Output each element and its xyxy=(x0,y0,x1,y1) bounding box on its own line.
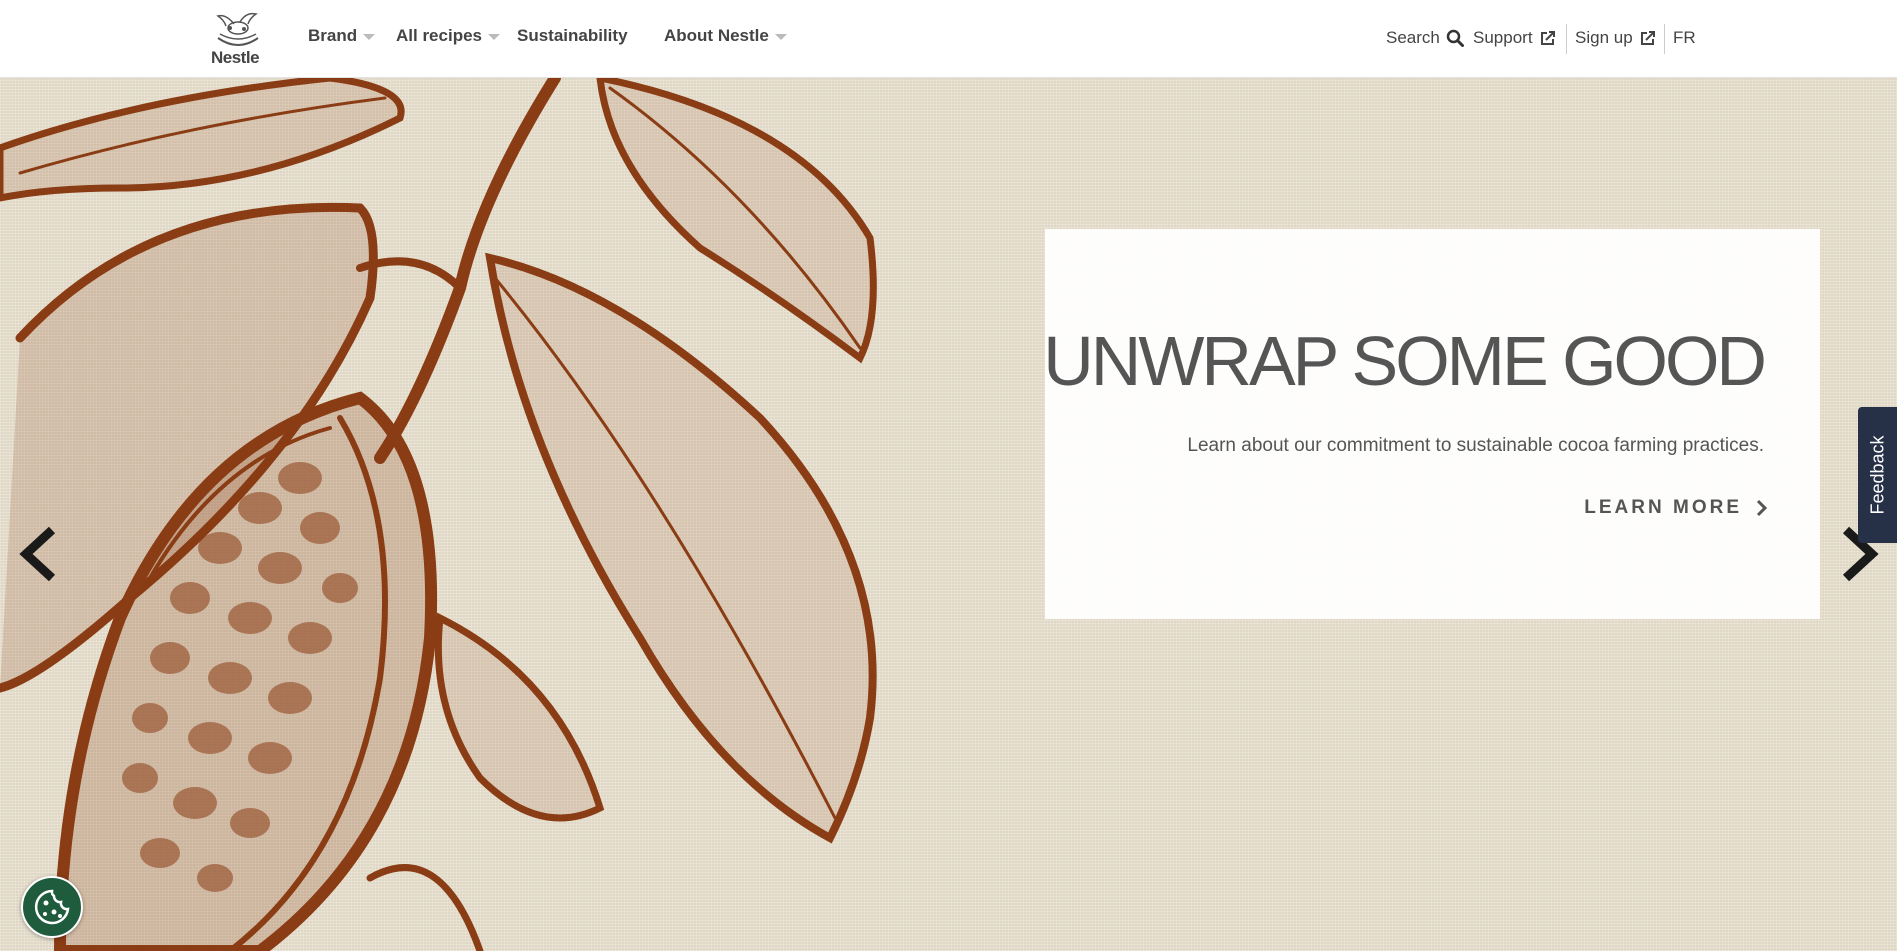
feedback-label: Feedback xyxy=(1867,435,1888,515)
chevron-down-icon xyxy=(363,34,376,40)
language-switch-fr[interactable]: FR xyxy=(1673,28,1696,48)
search-button[interactable]: Search xyxy=(1386,28,1464,48)
support-link[interactable]: Support xyxy=(1473,28,1556,48)
nest-bird-icon xyxy=(216,12,259,46)
nav-brand[interactable]: Brand xyxy=(308,24,376,48)
external-link-icon xyxy=(1540,30,1555,45)
nav-sustainability[interactable]: Sustainability xyxy=(517,24,628,48)
divider xyxy=(1664,24,1665,54)
signup-link[interactable]: Sign up xyxy=(1575,28,1656,48)
nav-about-nestle[interactable]: About Nestle xyxy=(664,24,787,48)
cocoa-pod-illustration xyxy=(0,78,877,951)
nav-sustainability-label: Sustainability xyxy=(517,26,628,45)
support-label: Support xyxy=(1473,28,1533,47)
signup-label: Sign up xyxy=(1575,28,1633,47)
site-header: Nestle Brand All recipes Sustainability … xyxy=(0,0,1897,78)
cookie-settings-button[interactable] xyxy=(21,876,83,938)
cookie-icon xyxy=(34,889,70,925)
search-icon xyxy=(1446,29,1464,47)
carousel-prev-button[interactable] xyxy=(18,524,58,584)
chevron-down-icon xyxy=(774,34,787,40)
external-link-icon xyxy=(1640,30,1655,45)
hero-card: UNWRAP SOME GOOD Learn about our commitm… xyxy=(1043,229,1820,619)
learn-more-label: LEARN MORE xyxy=(1584,497,1742,518)
nav-all-recipes-label: All recipes xyxy=(396,26,482,45)
nav-brand-label: Brand xyxy=(308,26,358,45)
hero-carousel: UNWRAP SOME GOOD Learn about our commitm… xyxy=(0,78,1897,951)
hero-headline: UNWRAP SOME GOOD xyxy=(1043,322,1767,400)
divider xyxy=(1566,24,1567,54)
learn-more-link[interactable]: LEARN MORE xyxy=(1584,497,1768,519)
nestle-logo[interactable]: Nestle xyxy=(208,8,266,68)
feedback-tab[interactable]: Feedback xyxy=(1858,407,1897,543)
nav-about-nestle-label: About Nestle xyxy=(664,26,769,45)
search-label: Search xyxy=(1386,28,1440,47)
chevron-right-icon xyxy=(1756,499,1768,517)
logo-wordmark: Nestle xyxy=(211,48,260,67)
language-label: FR xyxy=(1673,28,1696,47)
hero-subtext: Learn about our commitment to sustainabl… xyxy=(1187,435,1764,456)
chevron-down-icon xyxy=(488,34,500,40)
nav-all-recipes[interactable]: All recipes xyxy=(396,24,500,48)
